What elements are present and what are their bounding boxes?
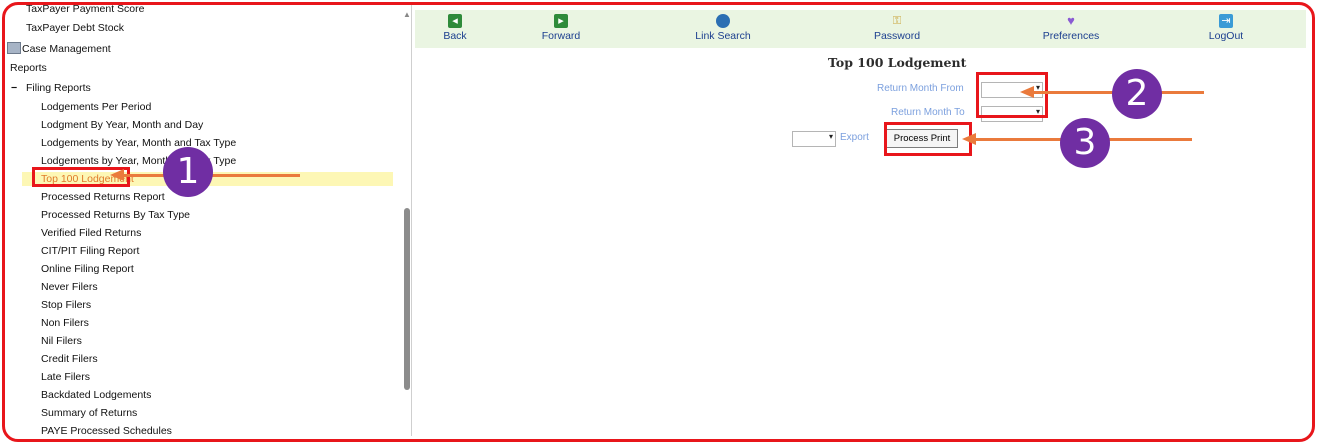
screenshot-frame (2, 2, 1315, 442)
